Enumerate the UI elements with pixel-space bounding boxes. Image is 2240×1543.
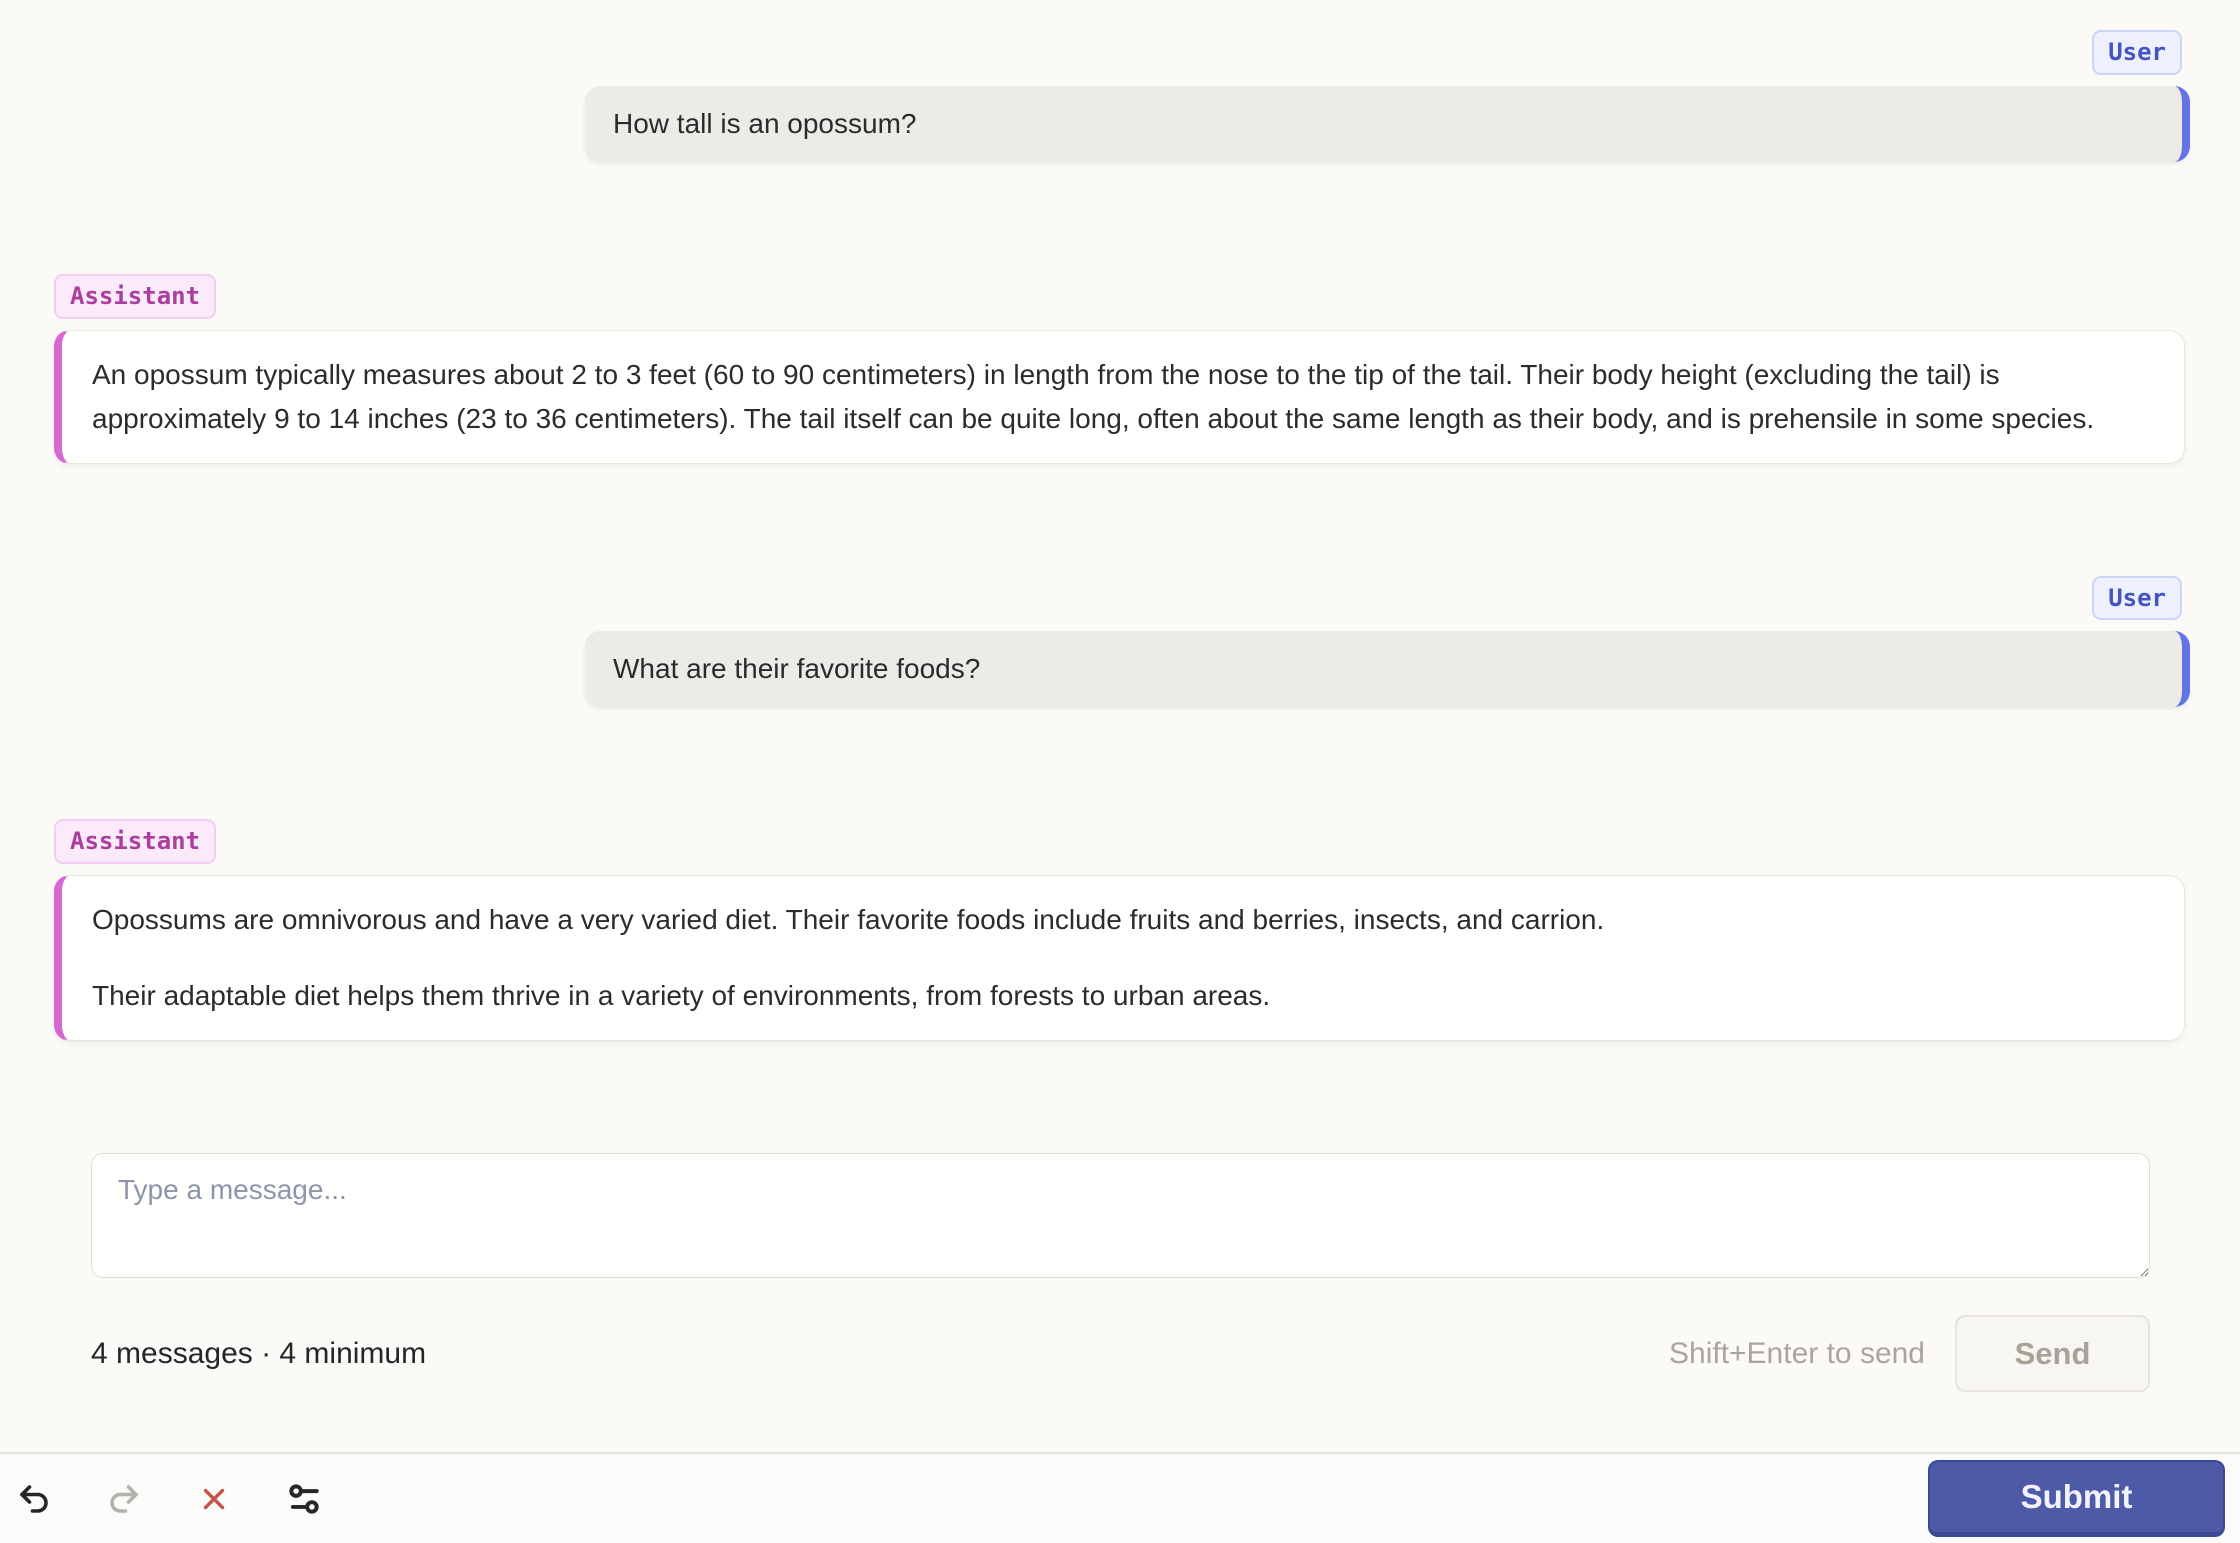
undo-button[interactable] <box>6 1471 62 1527</box>
user-message-bubble: What are their favorite foods? <box>585 631 2190 708</box>
message-group-assistant: Assistant Opossums are omnivorous and ha… <box>54 819 2190 1042</box>
send-button[interactable]: Send <box>1955 1315 2150 1393</box>
user-message-bubble: How tall is an opossum? <box>585 85 2190 162</box>
sliders-icon <box>285 1480 323 1518</box>
assistant-message-paragraph: An opossum typically measures about 2 to… <box>92 358 2095 434</box>
message-input[interactable] <box>91 1153 2150 1279</box>
chat-transcript: User How tall is an opossum? Assistant A… <box>0 0 2240 1452</box>
redo-icon <box>106 1481 142 1517</box>
undo-icon <box>16 1481 52 1517</box>
conversation-annotation-page: User How tall is an opossum? Assistant A… <box>0 0 2240 1543</box>
clear-button[interactable] <box>186 1471 242 1527</box>
message-count-label: 4 messages · 4 minimum <box>91 1336 427 1370</box>
message-group-user: User What are their favorite foods? <box>54 575 2190 708</box>
composer-status-row: 4 messages · 4 minimum Shift+Enter to se… <box>91 1315 2150 1393</box>
redo-button[interactable] <box>96 1471 152 1527</box>
assistant-message-card: An opossum typically measures about 2 to… <box>54 329 2185 464</box>
user-message-text: What are their favorite foods? <box>613 653 981 685</box>
assistant-message-paragraph: Their adaptable diet helps them thrive i… <box>92 980 1271 1012</box>
submit-button[interactable]: Submit <box>1928 1460 2225 1538</box>
message-group-assistant: Assistant An opossum typically measures … <box>54 273 2190 464</box>
send-hint-label: Shift+Enter to send <box>1669 1336 1925 1370</box>
role-badge-user: User <box>2092 30 2182 75</box>
message-group-user: User How tall is an opossum? <box>54 30 2190 162</box>
role-badge-user: User <box>2092 575 2182 621</box>
settings-button[interactable] <box>276 1471 332 1527</box>
user-message-text: How tall is an opossum? <box>613 107 917 139</box>
composer: 4 messages · 4 minimum Shift+Enter to se… <box>54 1153 2190 1393</box>
close-icon <box>197 1482 231 1516</box>
role-badge-assistant: Assistant <box>54 273 217 319</box>
bottom-toolbar: Submit <box>0 1452 2240 1543</box>
assistant-message-card: Opossums are omnivorous and have a very … <box>54 875 2185 1042</box>
assistant-message-paragraph: Opossums are omnivorous and have a very … <box>92 904 1605 936</box>
role-badge-assistant: Assistant <box>54 819 217 865</box>
